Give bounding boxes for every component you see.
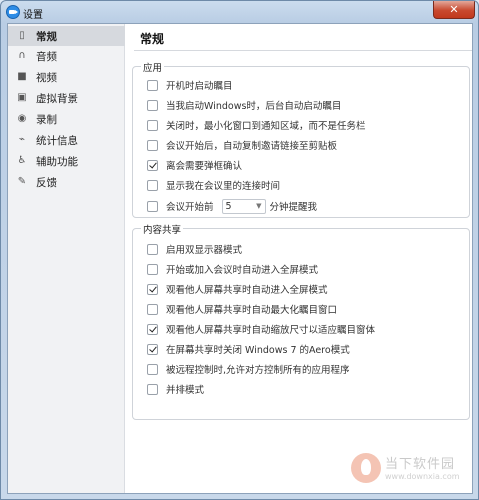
- sidebar-item-label: 常规: [36, 30, 57, 43]
- option-show-connection-time[interactable]: 显示我在会议里的连接时间: [147, 178, 280, 192]
- watermark-logo-icon: [351, 453, 381, 483]
- option-label: 启用双显示器模式: [166, 245, 243, 256]
- checkbox[interactable]: [147, 99, 158, 111]
- checkbox[interactable]: [147, 200, 158, 212]
- option-copy-invite-link[interactable]: 会议开始后，自动复制邀请链接至剪贴板: [147, 138, 337, 152]
- option-allow-remote-control-all-apps[interactable]: 被远程控制时,允许对方控制所有的应用程序: [147, 362, 350, 376]
- sidebar-item-general[interactable]: ▯ 常规: [8, 26, 125, 46]
- option-label: 分钟提醒我: [269, 202, 318, 213]
- phone-icon: ▯: [19, 30, 25, 41]
- checkbox[interactable]: [147, 119, 158, 131]
- option-label: 观看他人屏幕共享时自动缩放尺寸以适应瞩目窗体: [166, 325, 376, 336]
- watermark: 当下软件园 www.downxia.com: [351, 449, 471, 489]
- option-maximize-when-viewing-share[interactable]: 观看他人屏幕共享时自动最大化瞩目窗口: [147, 302, 337, 316]
- stats-icon: ⌁: [18, 134, 26, 145]
- option-label: 被远程控制时,允许对方控制所有的应用程序: [166, 365, 350, 376]
- sidebar-item-label: 辅助功能: [36, 155, 78, 168]
- sidebar-item-feedback[interactable]: ✎ 反馈: [8, 172, 125, 192]
- page-title: 常规: [140, 32, 165, 46]
- settings-window: 设置 ✕ ▯ 常规 ∩ 音频 ■ 视频 ▣ 虚拟背景 ◉ 录制 ⌁ 统计信息 ♿…: [0, 0, 479, 500]
- image-icon: ▣: [17, 92, 27, 103]
- divider: [134, 50, 472, 51]
- sidebar-item-statistics[interactable]: ⌁ 统计信息: [8, 130, 125, 150]
- checkbox[interactable]: [147, 79, 158, 91]
- option-fullscreen-when-viewing-share[interactable]: 观看他人屏幕共享时自动进入全屏模式: [147, 282, 328, 296]
- sidebar-item-label: 视频: [36, 71, 57, 84]
- option-label: 会议开始前: [166, 202, 214, 213]
- reminder-minutes-select[interactable]: 5 ▼: [221, 198, 266, 214]
- settings-client-area: ▯ 常规 ∩ 音频 ■ 视频 ▣ 虚拟背景 ◉ 录制 ⌁ 统计信息 ♿ 辅助功能…: [7, 23, 473, 494]
- group-label: 内容共享: [141, 222, 184, 236]
- option-start-on-boot[interactable]: 开机时启动瞩目: [147, 78, 233, 92]
- option-label: 显示我在会议里的连接时间: [166, 181, 281, 192]
- option-label: 观看他人屏幕共享时自动进入全屏模式: [166, 285, 328, 296]
- sidebar-item-label: 反馈: [36, 176, 57, 189]
- app-settings-group: 应用 开机时启动瞩目 当我启动Windows时，后台自动启动瞩目 关闭时，最小化…: [132, 60, 470, 218]
- option-meeting-reminder[interactable]: 会议开始前 5 ▼ 分钟提醒我: [147, 198, 317, 214]
- option-label: 在屏幕共享时关闭 Windows 7 的Aero模式: [166, 345, 350, 356]
- content-sharing-group: 内容共享 启用双显示器模式 开始或加入会议时自动进入全屏模式 观看他人屏幕共享时…: [132, 222, 470, 420]
- checkbox[interactable]: [147, 383, 158, 395]
- feedback-icon: ✎: [17, 176, 27, 187]
- settings-content: 常规 应用 开机时启动瞩目 当我启动Windows时，后台自动启动瞩目 关闭时，…: [126, 24, 472, 493]
- option-side-by-side-mode[interactable]: 并排模式: [147, 382, 204, 396]
- checkbox[interactable]: [147, 363, 158, 375]
- option-label: 并排模式: [166, 385, 205, 396]
- sidebar-item-virtual-background[interactable]: ▣ 虚拟背景: [8, 88, 125, 108]
- checkbox[interactable]: [147, 323, 158, 335]
- option-label: 观看他人屏幕共享时自动最大化瞩目窗口: [166, 305, 338, 316]
- option-label: 离会需要弹框确认: [166, 161, 243, 172]
- option-label: 当我启动Windows时，后台自动启动瞩目: [166, 101, 342, 112]
- sidebar-item-label: 音频: [36, 50, 57, 63]
- sidebar: ▯ 常规 ∩ 音频 ■ 视频 ▣ 虚拟背景 ◉ 录制 ⌁ 统计信息 ♿ 辅助功能…: [8, 24, 125, 493]
- checkbox[interactable]: [147, 159, 158, 171]
- watermark-url: www.downxia.com: [385, 472, 460, 481]
- option-auto-fullscreen-on-join[interactable]: 开始或加入会议时自动进入全屏模式: [147, 262, 318, 276]
- title-bar[interactable]: 设置 ✕: [1, 1, 478, 23]
- watermark-text: 当下软件园: [385, 457, 456, 472]
- option-scale-to-fit-share[interactable]: 观看他人屏幕共享时自动缩放尺寸以适应瞩目窗体: [147, 322, 375, 336]
- checkbox[interactable]: [147, 139, 158, 151]
- option-confirm-leave[interactable]: 离会需要弹框确认: [147, 158, 242, 172]
- option-label: 开始或加入会议时自动进入全屏模式: [166, 265, 319, 276]
- app-logo-icon: [6, 5, 20, 19]
- checkbox[interactable]: [147, 303, 158, 315]
- window-title: 设置: [23, 10, 43, 21]
- sidebar-item-label: 录制: [36, 113, 57, 126]
- group-label: 应用: [141, 60, 165, 74]
- chevron-down-icon: ▼: [256, 202, 262, 210]
- option-disable-aero[interactable]: 在屏幕共享时关闭 Windows 7 的Aero模式: [147, 342, 350, 356]
- checkbox[interactable]: [147, 179, 158, 191]
- close-button[interactable]: ✕: [433, 1, 475, 19]
- sidebar-item-recording[interactable]: ◉ 录制: [8, 109, 125, 129]
- headphones-icon: ∩: [18, 50, 26, 61]
- sidebar-item-audio[interactable]: ∩ 音频: [8, 46, 125, 66]
- option-label: 会议开始后，自动复制邀请链接至剪贴板: [166, 141, 338, 152]
- sidebar-item-accessibility[interactable]: ♿ 辅助功能: [8, 151, 125, 171]
- option-label: 关闭时，最小化窗口到通知区域，而不是任务栏: [166, 121, 366, 132]
- option-label: 开机时启动瞩目: [166, 81, 233, 92]
- sidebar-item-label: 虚拟背景: [36, 92, 78, 105]
- option-minimize-to-tray[interactable]: 关闭时，最小化窗口到通知区域，而不是任务栏: [147, 118, 366, 132]
- camera-icon: ■: [17, 71, 27, 82]
- select-value: 5: [225, 200, 232, 212]
- sidebar-item-video[interactable]: ■ 视频: [8, 67, 125, 87]
- checkbox[interactable]: [147, 283, 158, 295]
- checkbox[interactable]: [147, 263, 158, 275]
- option-dual-monitor[interactable]: 启用双显示器模式: [147, 242, 242, 256]
- record-icon: ◉: [17, 113, 27, 124]
- sidebar-item-label: 统计信息: [36, 134, 78, 147]
- accessibility-icon: ♿: [17, 155, 27, 166]
- checkbox[interactable]: [147, 243, 158, 255]
- checkbox[interactable]: [147, 343, 158, 355]
- option-start-with-windows[interactable]: 当我启动Windows时，后台自动启动瞩目: [147, 98, 341, 112]
